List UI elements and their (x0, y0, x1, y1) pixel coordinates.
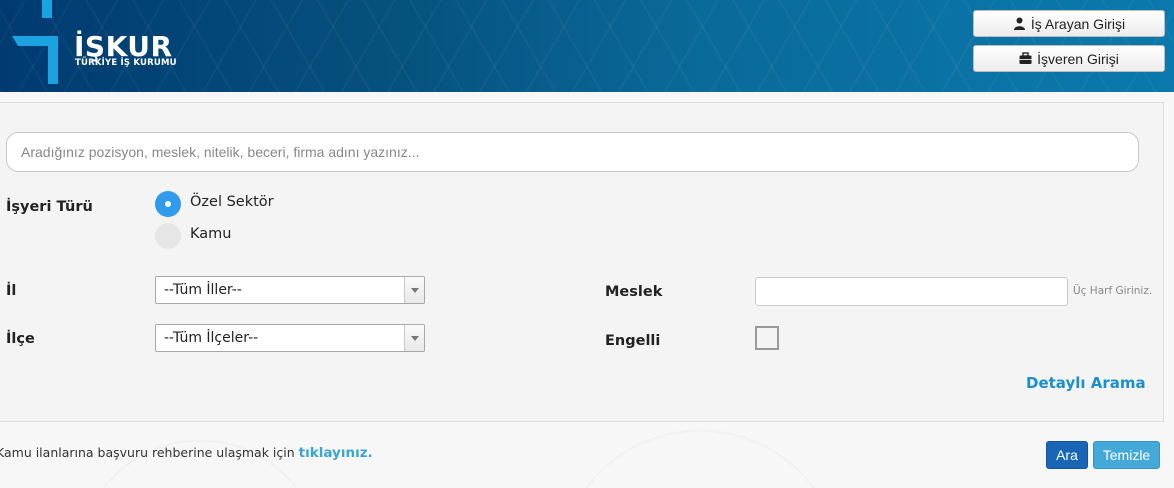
keyword-search-input[interactable] (6, 132, 1139, 172)
province-select[interactable]: --Tüm İller-- (155, 276, 425, 304)
radio-private-sector-label: Özel Sektör (190, 194, 274, 210)
chevron-down-icon (404, 277, 424, 303)
radio-public[interactable] (155, 223, 181, 249)
occupation-label: Meslek (605, 284, 663, 300)
info-text: Kamu ilanlarına başvuru rehberine ulaşma… (0, 445, 295, 460)
logo-subtitle: TÜRKİYE İŞ KURUMU (75, 58, 177, 68)
district-label: İlçe (6, 331, 35, 347)
public-job-guide-text: Kamu ilanlarına başvuru rehberine ulaşma… (0, 445, 373, 461)
briefcase-icon (1019, 52, 1032, 64)
jobseeker-login-label: İş Arayan Girişi (1030, 15, 1126, 32)
chevron-down-icon (404, 325, 424, 351)
disabled-checkbox[interactable] (755, 326, 779, 350)
disabled-label: Engelli (605, 333, 661, 349)
iskur-logo-icon[interactable] (8, 0, 68, 84)
jobseeker-login-button[interactable]: İş Arayan Girişi (973, 10, 1165, 37)
detailed-search-link[interactable]: Detaylı Arama (1026, 374, 1146, 392)
guide-link[interactable]: tıklayınız. (299, 445, 373, 461)
province-label: İl (6, 283, 17, 299)
employer-login-button[interactable]: İşveren Girişi (973, 45, 1165, 72)
district-selected-value: --Tüm İlçeler-- (164, 330, 259, 346)
district-select[interactable]: --Tüm İlçeler-- (155, 324, 425, 352)
employer-login-label: İşveren Girişi (1037, 50, 1119, 67)
workplace-type-label: İşyeri Türü (6, 199, 93, 215)
radio-public-label: Kamu (190, 226, 232, 242)
radio-private-sector[interactable] (155, 191, 181, 217)
search-button[interactable]: Ara (1046, 441, 1088, 469)
site-header: İŞKUR TÜRKİYE İŞ KURUMU İş Arayan Girişi… (0, 0, 1174, 92)
province-selected-value: --Tüm İller-- (164, 282, 242, 298)
user-icon (1013, 17, 1025, 30)
occupation-hint: Üç Harf Giriniz. (1073, 285, 1153, 297)
occupation-input[interactable] (755, 277, 1068, 306)
clear-button[interactable]: Temizle (1093, 441, 1160, 469)
